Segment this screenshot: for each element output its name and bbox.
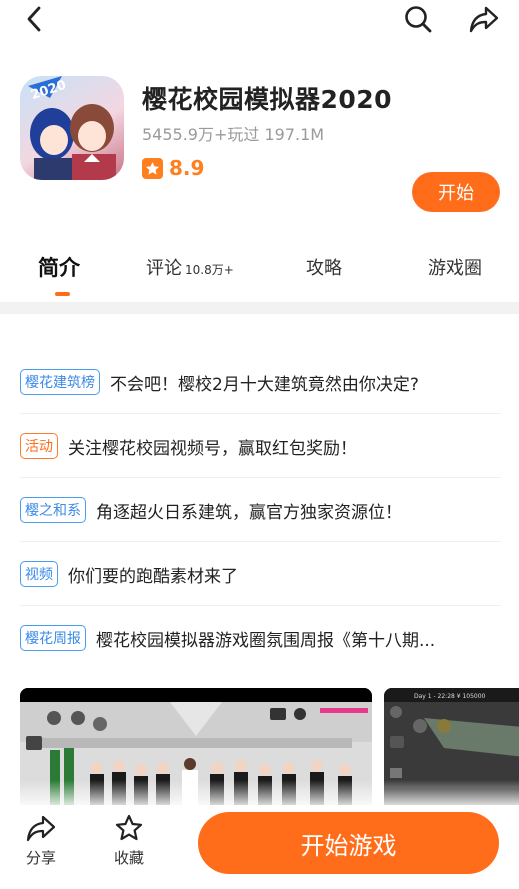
news-item[interactable]: 樱花建筑榜 不会吧！樱校2月十大建筑竟然由你决定? [0, 350, 519, 414]
app-icon-badge: 2020 [29, 78, 68, 103]
section-divider [0, 302, 519, 314]
rating: 8.9 [142, 156, 204, 180]
app-icon: 2020 [20, 76, 124, 180]
share-icon [26, 815, 56, 842]
app-icon-art: 2020 [28, 76, 116, 180]
top-bar [0, 0, 519, 40]
news-tag: 樱之和系 [20, 497, 86, 523]
news-text: 你们要的跑酷素材来了 [68, 566, 238, 587]
tab-game-circle-label: 游戏圈 [428, 258, 482, 279]
start-game-button[interactable]: 开始游戏 [198, 812, 499, 874]
search-icon [405, 6, 432, 33]
bottom-bar: 分享 收藏 开始游戏 [0, 805, 519, 889]
news-item[interactable]: 活动 关注樱花校园视频号，赢取红包奖励！ [0, 414, 519, 478]
tab-comments-label: 评论 [146, 258, 182, 279]
tab-intro-label: 简介 [38, 256, 80, 280]
screenshot-2-hud: Day 1 - 22:28 ¥ 105000 [414, 693, 486, 700]
tab-comments[interactable]: 评论 10.8万+ [146, 254, 234, 280]
favorite-label: 收藏 [113, 849, 144, 867]
tab-guides-label: 攻略 [306, 258, 342, 279]
back-arrow-icon [27, 6, 41, 32]
app-title: 樱花校园模拟器2020 [142, 85, 393, 114]
rating-score: 8.9 [169, 156, 205, 180]
news-text: 角逐超火日系建筑，赢官方独家资源位！ [96, 502, 402, 523]
share-label: 分享 [25, 849, 56, 867]
app-stats: 5455.9万+玩过 197.1M [142, 125, 325, 144]
news-text: 关注樱花校园视频号，赢取红包奖励！ [68, 438, 357, 459]
tab-indicator [55, 292, 70, 296]
news-list: 樱花建筑榜 不会吧！樱校2月十大建筑竟然由你决定? 活动 关注樱花校园视频号，赢… [0, 350, 519, 670]
start-button[interactable]: 开始 [412, 172, 500, 212]
news-item[interactable]: 视频 你们要的跑酷素材来了 [0, 542, 519, 606]
news-text: 不会吧！樱校2月十大建筑竟然由你决定? [110, 374, 419, 395]
star-icon [142, 157, 163, 179]
news-item[interactable]: 樱之和系 角逐超火日系建筑，赢官方独家资源位！ [0, 478, 519, 542]
back-button[interactable] [18, 3, 50, 35]
share-button[interactable]: 分享 [11, 813, 71, 868]
news-tag: 樱花周报 [20, 625, 86, 651]
tab-intro[interactable]: 简介 [38, 252, 80, 282]
news-item[interactable]: 樱花周报 樱花校园模拟器游戏圈氛围周报《第十八期... [0, 606, 519, 670]
tab-bar: 简介 评论 10.8万+ 攻略 游戏圈 [0, 246, 519, 298]
news-tag: 视频 [20, 561, 58, 587]
star-outline-icon [115, 814, 143, 841]
favorite-button[interactable]: 收藏 [99, 813, 159, 868]
news-text: 樱花校园模拟器游戏圈氛围周报《第十八期... [96, 630, 436, 651]
news-tag: 樱花建筑榜 [20, 369, 100, 395]
tab-guides[interactable]: 攻略 [306, 254, 342, 280]
comment-count: 10.8万+ [185, 263, 234, 277]
search-button[interactable] [402, 3, 434, 35]
tab-game-circle[interactable]: 游戏圈 [428, 254, 482, 280]
share-button-top[interactable] [468, 3, 500, 35]
news-tag: 活动 [20, 433, 58, 459]
share-icon [469, 6, 499, 33]
